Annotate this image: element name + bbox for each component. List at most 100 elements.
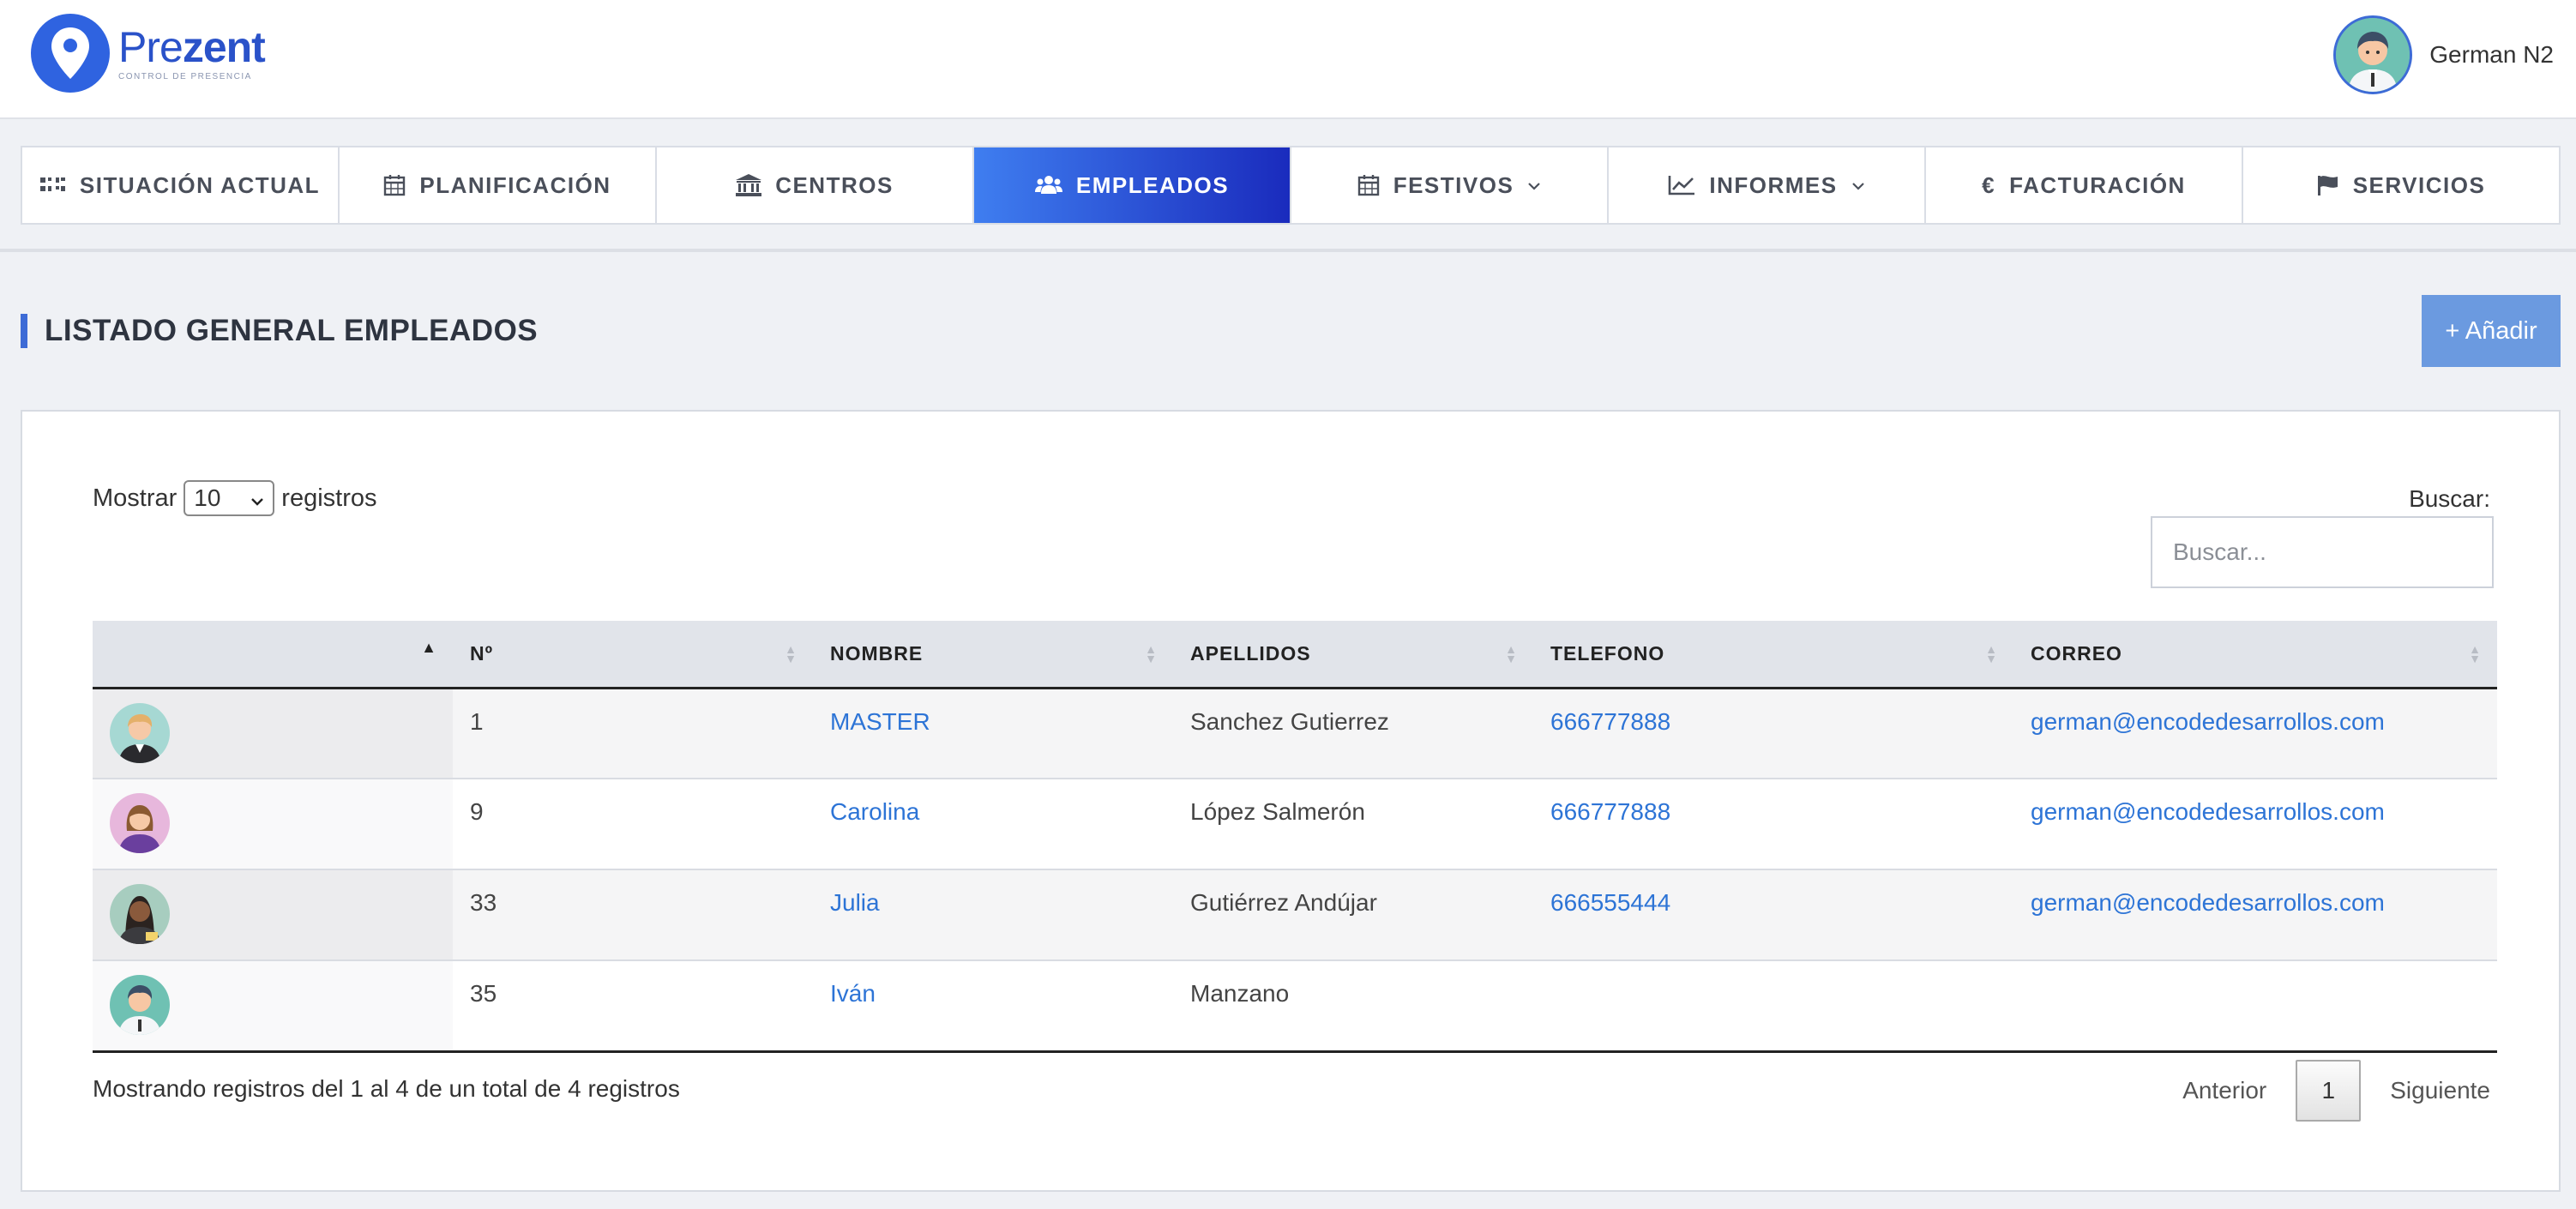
- nav-servicios[interactable]: SERVICIOS: [2243, 147, 2559, 223]
- avatar-cell: [93, 688, 453, 779]
- column-header-correo[interactable]: CORREO ▲ ▼: [2013, 621, 2497, 688]
- table-header-row: ▲ Nº ▲ ▼ NOMBRE ▲ ▼ APELLIDOS ▲ ▼ TELEFONO ▲ ▼ C…: [93, 621, 2497, 688]
- line-chart-icon: [1668, 175, 1695, 195]
- cell-telefono: 666777888: [1533, 779, 2013, 869]
- cell-telefono: 666555444: [1533, 869, 2013, 960]
- column-header-nombre[interactable]: NOMBRE ▲ ▼: [813, 621, 1173, 688]
- avatar-cell: [93, 960, 453, 1051]
- phone-link[interactable]: 666777888: [1550, 798, 1670, 825]
- employee-name-link[interactable]: Iván: [830, 980, 876, 1007]
- nav-label: SERVICIOS: [2352, 171, 2486, 198]
- main-nav: SITUACIÓN ACTUAL PLANIFICACIÓN CENTROS E…: [21, 146, 2561, 225]
- sort-icon: ▲ ▼: [1145, 642, 1158, 665]
- nav-label: FACTURACIÓN: [2009, 171, 2186, 198]
- page-title: LISTADO GENERAL EMPLEADOS: [45, 314, 539, 347]
- prev-page-button[interactable]: Anterior: [2182, 1077, 2266, 1104]
- nav-label: INFORMES: [1709, 171, 1838, 198]
- cell-num: 33: [470, 889, 497, 916]
- show-prefix: Mostrar: [93, 484, 178, 512]
- nav-facturacion[interactable]: € FACTURACIÓN: [1926, 147, 2243, 223]
- grid-icon: [39, 176, 66, 195]
- cell-num: 9: [470, 798, 484, 825]
- nav-label: CENTROS: [775, 171, 894, 198]
- flag-icon: [2317, 175, 2339, 195]
- employees-panel: Mostrar 10 registros Buscar: ▲ Nº▲▼ NOMB…: [21, 410, 2561, 1192]
- cell-num: 1: [470, 707, 484, 735]
- sort-icon: ▲ ▼: [1505, 642, 1518, 665]
- table-row: 33 Julia Gutiérrez Andújar 666555444 ger…: [93, 869, 2497, 960]
- column-header-avatar[interactable]: ▲: [93, 621, 453, 688]
- man-blond-avatar: [110, 702, 170, 763]
- cell-correo: german@encodedesarrollos.com: [2013, 688, 2497, 779]
- column-header-telefono[interactable]: TELEFONO ▲ ▼: [1533, 621, 2013, 688]
- cell-apellidos: Manzano: [1190, 980, 1290, 1007]
- cell-correo: german@encodedesarrollos.com: [2013, 779, 2497, 869]
- nav-divider: [0, 249, 2576, 252]
- column-header-apellidos[interactable]: APELLIDOS ▲ ▼: [1173, 621, 1533, 688]
- cell-apellidos: Sanchez Gutierrez: [1190, 707, 1389, 735]
- user-avatar[interactable]: [2333, 15, 2413, 94]
- phone-link[interactable]: 666555444: [1550, 889, 1670, 916]
- cell-telefono: 666777888: [1533, 688, 2013, 779]
- table-row: 35 Iván Manzano: [93, 960, 2497, 1051]
- chevron-down-icon: [1527, 176, 1541, 195]
- nav-informes[interactable]: INFORMES: [1609, 147, 1926, 223]
- user-menu[interactable]: German N2: [2333, 15, 2554, 94]
- nav-festivos[interactable]: FESTIVOS: [1291, 147, 1609, 223]
- calendar-icon: [383, 174, 406, 196]
- email-link[interactable]: german@encodedesarrollos.com: [2031, 889, 2385, 916]
- brand-logo[interactable]: Prezent CONTROL DE PRESENCIA: [31, 14, 266, 93]
- nav-centros[interactable]: CENTROS: [657, 147, 974, 223]
- table-row: 1 MASTER Sanchez Gutierrez 666777888 ger…: [93, 688, 2497, 779]
- brand-name: Prezent: [118, 22, 266, 71]
- phone-link[interactable]: 666777888: [1550, 708, 1670, 735]
- bank-icon: [736, 174, 762, 196]
- nav-planificacion[interactable]: PLANIFICACIÓN: [340, 147, 657, 223]
- employee-name-link[interactable]: MASTER: [830, 708, 930, 735]
- employee-name-link[interactable]: Carolina: [830, 798, 919, 825]
- nav-situacion-actual[interactable]: SITUACIÓN ACTUAL: [22, 147, 340, 223]
- sort-icon: ▲ ▼: [1985, 642, 1998, 665]
- email-link[interactable]: german@encodedesarrollos.com: [2031, 708, 2385, 735]
- page-1-button[interactable]: 1: [2296, 1060, 2362, 1122]
- table-info: Mostrando registros del 1 al 4 de un tot…: [93, 1075, 680, 1102]
- sort-icon: ▲ ▼: [785, 642, 797, 665]
- avatar-cell: [93, 779, 453, 869]
- nav-empleados[interactable]: EMPLEADOS: [974, 147, 1291, 223]
- employees-table: ▲ Nº ▲ ▼ NOMBRE ▲ ▼ APELLIDOS ▲ ▼ TELEFONO ▲ ▼ C…: [93, 621, 2497, 1053]
- search-input[interactable]: [2151, 516, 2494, 588]
- cell-nombre: Iván: [813, 960, 1173, 1051]
- cell-correo: german@encodedesarrollos.com: [2013, 869, 2497, 960]
- search-label: Buscar:: [2409, 485, 2490, 512]
- cell-nombre: MASTER: [813, 688, 1173, 779]
- cell-nombre: Carolina: [813, 779, 1173, 869]
- woman-dark-avatar: [110, 884, 170, 944]
- employee-name-link[interactable]: Julia: [830, 889, 880, 916]
- sort-icon: ▲ ▼: [2469, 642, 2482, 665]
- page-length-select[interactable]: 10: [184, 480, 275, 516]
- nav-label: FESTIVOS: [1393, 171, 1514, 198]
- euro-icon: €: [1982, 171, 1996, 198]
- location-pin-icon: [31, 14, 110, 93]
- nav-label: PLANIFICACIÓN: [419, 171, 611, 198]
- next-page-button[interactable]: Siguiente: [2390, 1077, 2490, 1104]
- chevron-down-icon: [250, 484, 264, 512]
- column-header-num[interactable]: Nº ▲ ▼: [453, 621, 813, 688]
- users-icon: [1034, 175, 1062, 195]
- top-header: Prezent CONTROL DE PRESENCIA German N2: [0, 0, 2576, 119]
- avatar-cell: [93, 869, 453, 960]
- cell-telefono: [1533, 960, 2013, 1051]
- cell-apellidos: López Salmerón: [1190, 798, 1365, 825]
- title-accent-bar: [21, 314, 27, 348]
- add-button[interactable]: + Añadir: [2422, 295, 2561, 367]
- email-link[interactable]: german@encodedesarrollos.com: [2031, 798, 2385, 825]
- table-row: 9 Carolina López Salmerón 666777888 germ…: [93, 779, 2497, 869]
- sort-asc-icon: ▲: [421, 639, 437, 656]
- user-name[interactable]: German N2: [2429, 41, 2554, 69]
- cell-apellidos: Gutiérrez Andújar: [1190, 889, 1377, 916]
- calendar-icon: [1357, 174, 1380, 196]
- chevron-down-icon: [1851, 176, 1865, 195]
- man-teal-avatar: [110, 975, 170, 1035]
- brand-tagline: CONTROL DE PRESENCIA: [118, 71, 252, 81]
- page-length-value: 10: [194, 484, 221, 511]
